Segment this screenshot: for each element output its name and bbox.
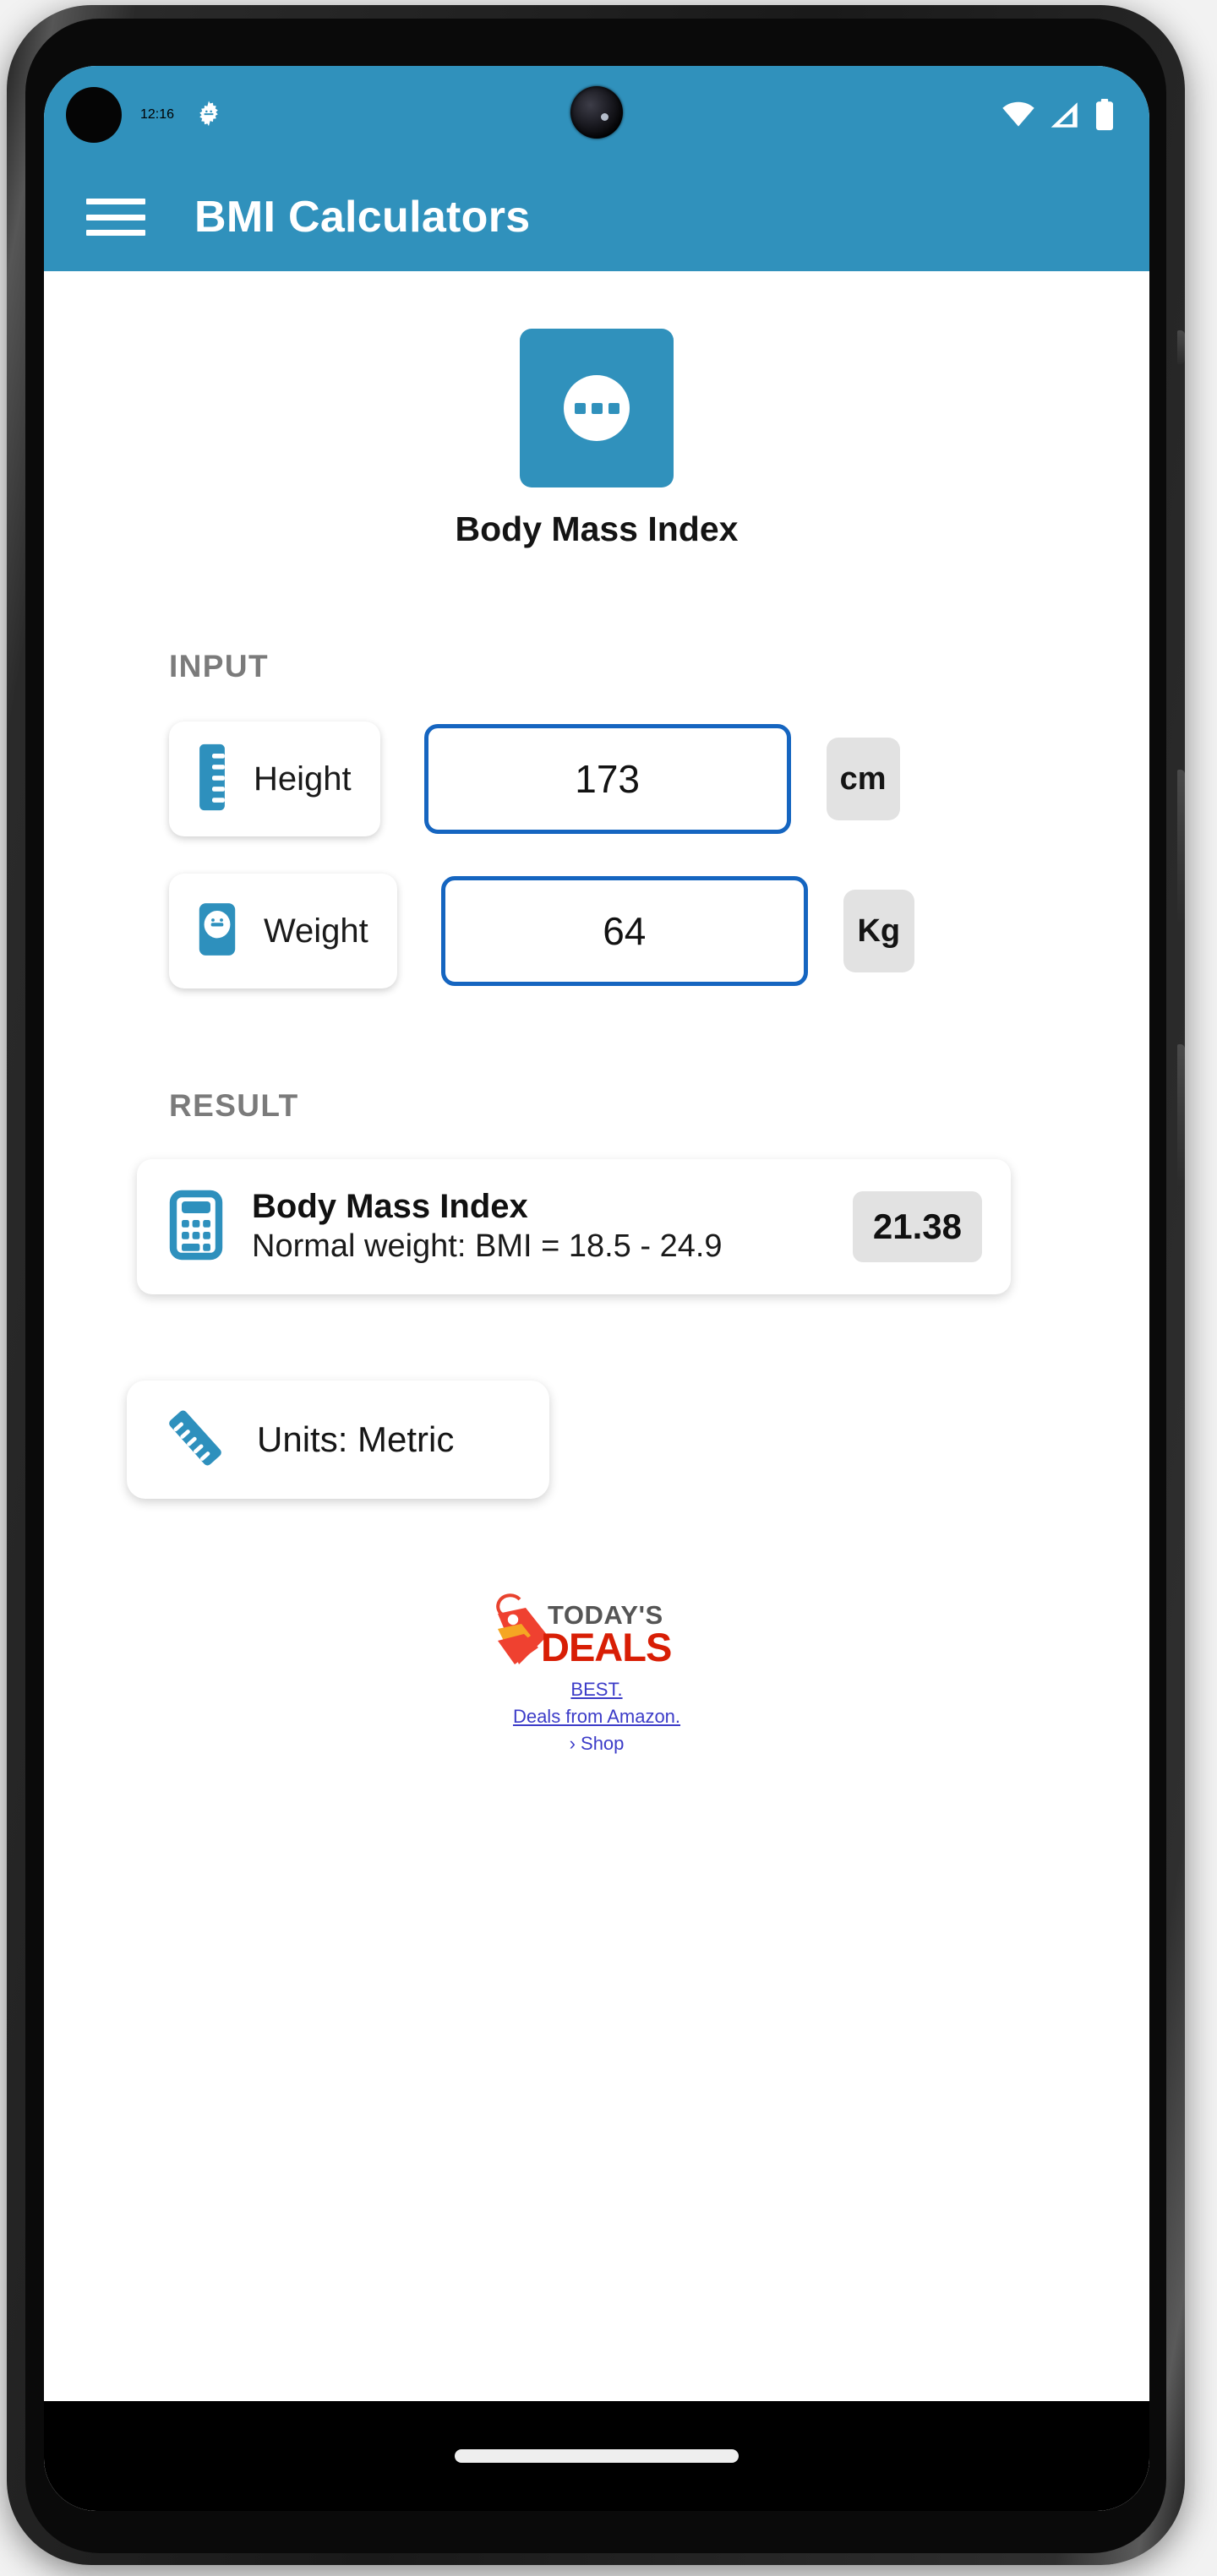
ruler-icon <box>162 1405 228 1475</box>
status-bar-clock: 12:16 <box>140 106 175 122</box>
menu-bar-1 <box>86 199 145 204</box>
height-ruler-icon <box>194 743 230 816</box>
android-gear-icon <box>193 99 225 131</box>
weight-input-row: Weight 64 Kg <box>169 874 1149 988</box>
ad-link-deals-from-amazon[interactable]: Deals from Amazon. <box>513 1703 680 1730</box>
height-unit-chip[interactable]: cm <box>826 738 900 820</box>
result-title: Body Mass Index <box>252 1187 528 1225</box>
weight-input[interactable]: 64 <box>440 876 808 986</box>
battery-icon <box>1094 98 1116 131</box>
ad-link-group[interactable]: BEST. Deals from Amazon. › Shop <box>513 1676 680 1757</box>
cellular-signal-icon <box>1050 101 1080 129</box>
result-section-label: RESULT <box>169 1088 299 1123</box>
bmi-glyph <box>564 375 630 441</box>
height-label-card[interactable]: Height <box>169 722 380 836</box>
volume-down-button[interactable] <box>1177 1044 1185 1188</box>
height-label: Height <box>254 760 352 798</box>
volume-up-button[interactable] <box>1177 770 1185 922</box>
system-navigation-bar <box>44 2401 1149 2511</box>
phone-screen: 12:16 BMI Calculators Body Mass Index IN… <box>44 66 1149 2511</box>
status-bar: 12:16 <box>44 66 1149 163</box>
calculator-icon <box>169 1190 223 1265</box>
power-button[interactable] <box>1177 330 1185 364</box>
front-camera-punchhole <box>570 86 623 139</box>
input-section-label: INPUT <box>169 649 269 683</box>
menu-bar-3 <box>86 230 145 236</box>
weight-label: Weight <box>264 912 368 950</box>
bmi-tile-icon <box>520 329 674 487</box>
menu-bar-2 <box>86 214 145 221</box>
phone-frame: 12:16 BMI Calculators Body Mass Index IN… <box>7 5 1185 2565</box>
app-title: BMI Calculators <box>194 193 531 242</box>
height-input-row: Height 173 cm <box>169 722 1149 836</box>
height-input[interactable]: 173 <box>423 724 791 834</box>
units-toggle-card[interactable]: Units: Metric <box>127 1381 549 1499</box>
svg-text:DEALS: DEALS <box>541 1625 671 1669</box>
advertisement-banner[interactable]: TODAY'S DEALS BEST. Deals from Amazon. ›… <box>44 1592 1149 1757</box>
status-bar-left: 12:16 <box>66 86 225 143</box>
result-card[interactable]: Body Mass Index Normal weight: BMI = 18.… <box>137 1159 1011 1294</box>
weight-unit-chip[interactable]: Kg <box>843 890 914 972</box>
main-content: Body Mass Index INPUT Height 173 cm Weig… <box>44 271 1149 2511</box>
weight-scale-icon <box>194 900 240 963</box>
page-title: Body Mass Index <box>455 509 739 548</box>
units-label: Units: Metric <box>257 1419 455 1459</box>
result-subtitle: Normal weight: BMI = 18.5 - 24.9 <box>252 1228 723 1264</box>
weight-label-card[interactable]: Weight <box>169 874 397 988</box>
todays-deals-logo-icon: TODAY'S DEALS <box>496 1593 672 1669</box>
ad-link-best[interactable]: BEST. <box>513 1676 680 1703</box>
hamburger-menu-icon[interactable] <box>86 194 145 240</box>
bmi-value-badge: 21.38 <box>852 1191 982 1262</box>
calculator-header: Body Mass Index <box>44 271 1149 549</box>
status-bar-right <box>1001 98 1116 131</box>
ad-link-shop[interactable]: › Shop <box>513 1730 680 1757</box>
notification-dot-icon <box>66 86 122 143</box>
wifi-icon <box>1001 101 1036 129</box>
app-bar: BMI Calculators <box>44 163 1149 271</box>
result-text-block: Body Mass Index Normal weight: BMI = 18.… <box>252 1188 853 1266</box>
home-gesture-bar[interactable] <box>455 2449 739 2463</box>
